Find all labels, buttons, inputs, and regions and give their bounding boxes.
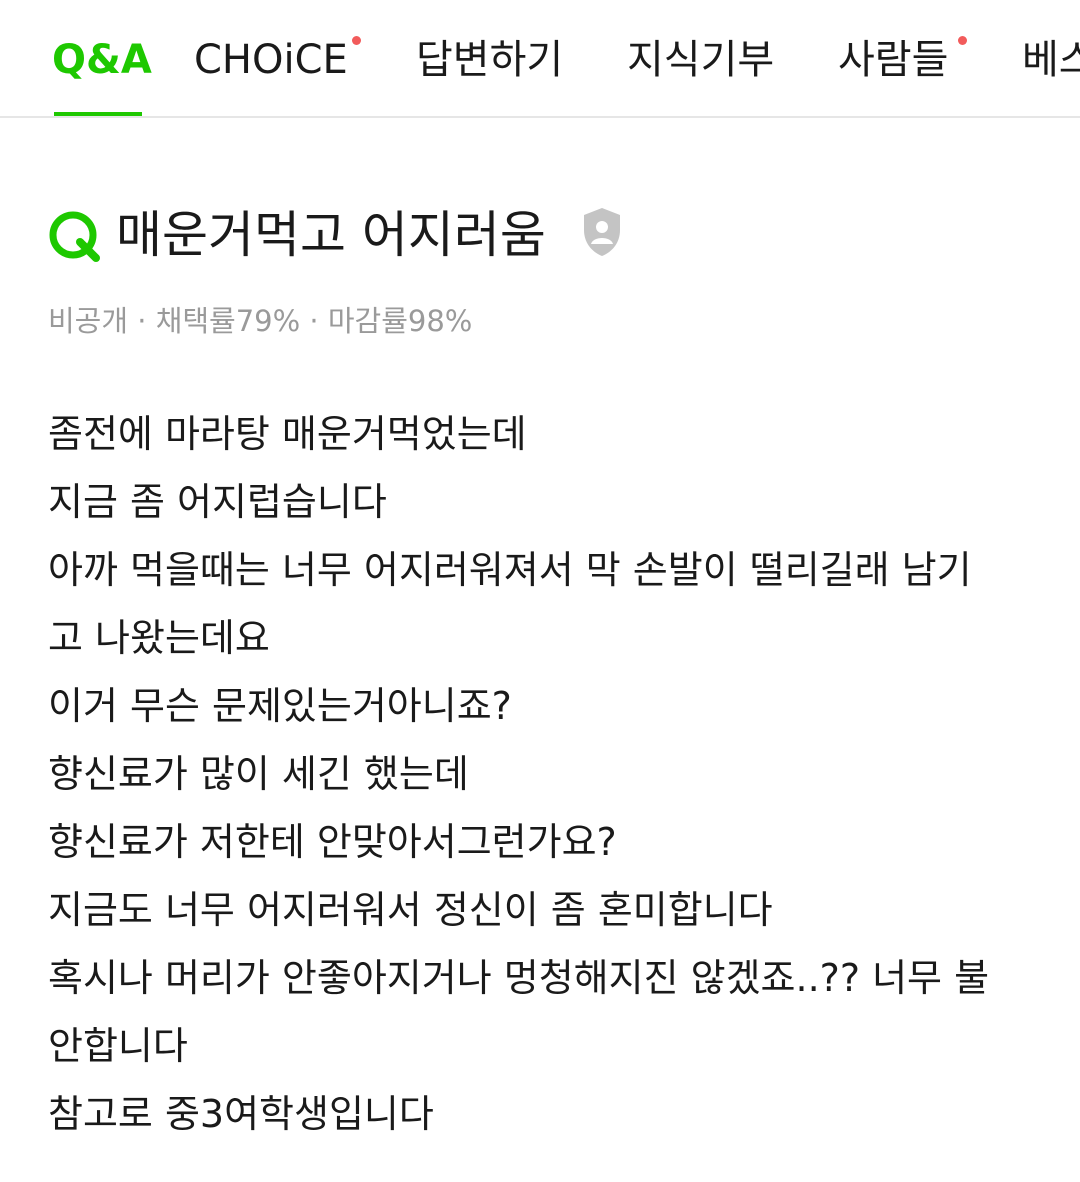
tab-qna[interactable]: Q&A [52,34,152,86]
body-line: 이거 무슨 문제있는거아니죠? [48,684,512,728]
body-line: 향신료가 많이 세긴 했는데 [48,752,469,796]
tab-choice[interactable]: CHOiCE [194,34,348,86]
body-line: 고 나왔는데요 [48,616,270,660]
top-tab-bar: Q&A CHOiCE 답변하기 지식기부 사람들 베스트 [0,0,1080,118]
question-title-row: 매운거먹고 어지러움 [48,200,1048,270]
body-line: 혹시나 머리가 안좋아지거나 멍청해지진 않겠죠..?? 너무 불 [48,956,990,1000]
body-line: 좀전에 마라탕 매운거먹었는데 [48,412,527,456]
body-line: 참고로 중3여학생입니다 [48,1092,434,1136]
body-line: 지금 좀 어지럽습니다 [48,480,387,524]
body-line: 지금도 너무 어지러워서 정신이 좀 혼미합니다 [48,888,773,932]
question-body: 좀전에 마라탕 매운거먹었는데 지금 좀 어지럽습니다 아까 먹을때는 너무 어… [48,400,1048,1148]
question-meta: 비공개 · 채택률79% · 마감률98% [48,304,473,338]
tab-best[interactable]: 베스트 [1022,34,1080,86]
body-line: 안합니다 [48,1024,188,1068]
tab-choice-notification-dot [352,36,361,45]
private-shield-icon [584,208,620,256]
tab-answer[interactable]: 답변하기 [416,34,563,86]
question-title: 매운거먹고 어지러움 [116,206,546,264]
q-mark-icon [49,211,100,262]
tab-knowledge-donation[interactable]: 지식기부 [627,34,774,86]
tab-people-notification-dot [958,36,967,45]
active-tab-indicator [54,112,142,116]
body-line: 아까 먹을때는 너무 어지러워져서 막 손발이 떨리길래 남기 [48,548,972,592]
tab-people[interactable]: 사람들 [838,34,948,86]
body-line: 향신료가 저한테 안맞아서그런가요? [48,820,617,864]
